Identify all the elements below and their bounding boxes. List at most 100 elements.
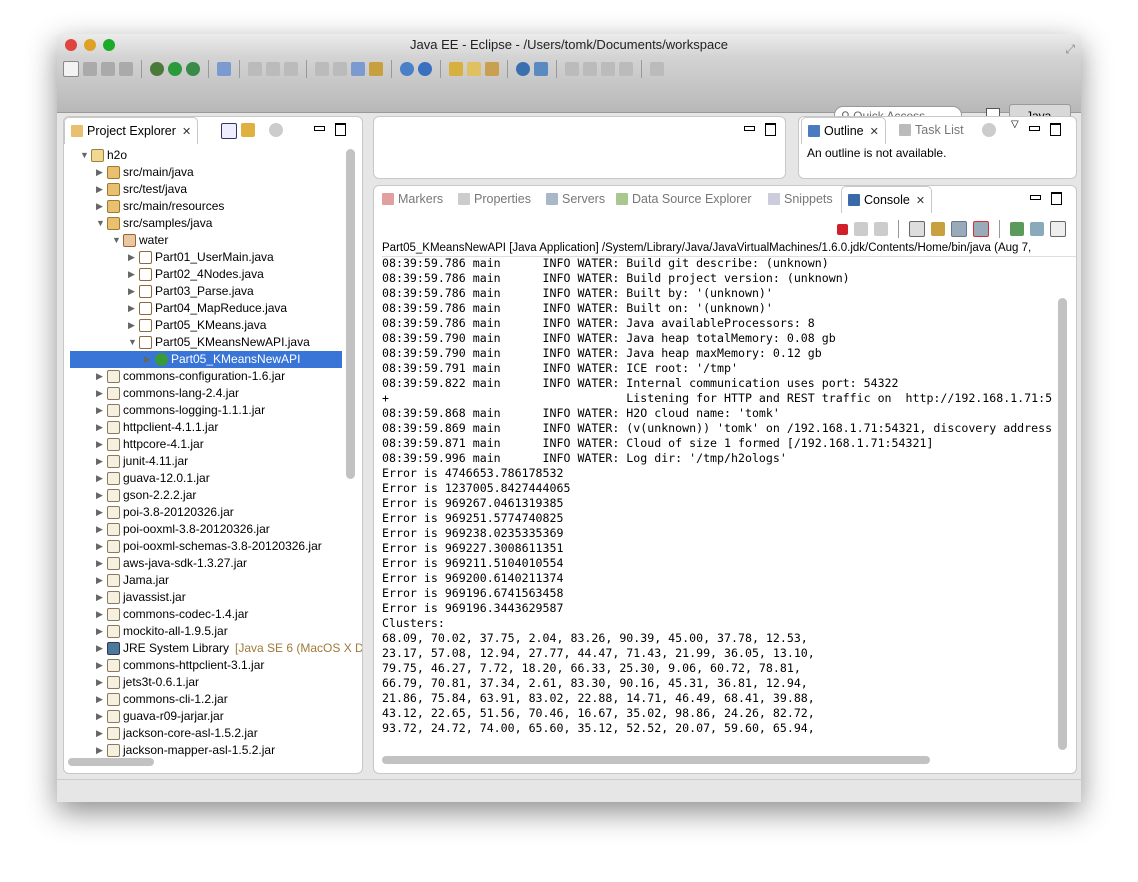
maximize-icon[interactable] — [335, 123, 346, 136]
minimize-icon[interactable] — [744, 126, 755, 131]
minimize-icon[interactable] — [1029, 126, 1040, 131]
close-icon[interactable]: ✕ — [182, 126, 191, 138]
tree-item[interactable]: ▶ guava-r09-jarjar.jar — [70, 708, 342, 725]
tab-outline[interactable]: Outline ✕ — [801, 117, 886, 144]
open-task-icon[interactable] — [467, 62, 481, 76]
tree-item[interactable]: ▶ aws-java-sdk-1.3.27.jar — [70, 555, 342, 572]
tree-item[interactable]: ▶ junit-4.11.jar — [70, 453, 342, 470]
collapsed-arrow-icon[interactable]: ▶ — [128, 300, 135, 317]
collapsed-arrow-icon[interactable]: ▶ — [96, 657, 103, 674]
tree-item[interactable]: ▶ javassist.jar — [70, 589, 342, 606]
view-menu-icon[interactable]: ▽ — [1011, 119, 1019, 130]
tree-item[interactable]: ▶ Part04_MapReduce.java — [70, 300, 342, 317]
tree-item[interactable]: ▶ commons-lang-2.4.jar — [70, 385, 342, 402]
run-icon[interactable] — [168, 62, 182, 76]
pin-console-icon[interactable] — [1010, 222, 1024, 236]
collapsed-arrow-icon[interactable]: ▶ — [96, 606, 103, 623]
tree-item[interactable]: ▶ Jama.jar — [70, 572, 342, 589]
tree-item[interactable]: ▶ Part05_KMeans.java — [70, 317, 342, 334]
terminate-icon[interactable] — [837, 223, 848, 235]
tree-item[interactable]: ▼ Part05_KMeansNewAPI.java — [70, 334, 342, 351]
collapsed-arrow-icon[interactable]: ▶ — [96, 504, 103, 521]
collapsed-arrow-icon[interactable]: ▶ — [96, 419, 103, 436]
collapsed-arrow-icon[interactable]: ▶ — [128, 283, 135, 300]
show-on-stderr-icon[interactable] — [973, 221, 989, 237]
tree-item[interactable]: ▶ commons-configuration-1.6.jar — [70, 368, 342, 385]
tab-task-list[interactable]: Task List — [893, 117, 970, 143]
maximize-icon[interactable] — [1051, 192, 1062, 205]
collapsed-arrow-icon[interactable]: ▶ — [96, 198, 103, 215]
tree-item[interactable]: ▶ Part03_Parse.java — [70, 283, 342, 300]
collapsed-arrow-icon[interactable]: ▶ — [96, 623, 103, 640]
tab-properties[interactable]: Properties — [452, 186, 537, 212]
tree-item[interactable]: ▶ poi-ooxml-3.8-20120326.jar — [70, 521, 342, 538]
skip-breakpoints-icon[interactable] — [217, 62, 231, 76]
minimize-window-button[interactable] — [84, 39, 96, 51]
tab-servers[interactable]: Servers — [540, 186, 611, 212]
tree-item[interactable]: ▶ src/main/java — [70, 164, 342, 181]
collapsed-arrow-icon[interactable]: ▶ — [96, 487, 103, 504]
tree-item[interactable]: ▶ jackson-mapper-asl-1.5.2.jar — [70, 742, 342, 759]
web-service-icon[interactable] — [418, 62, 432, 76]
link-with-editor-icon[interactable] — [241, 123, 255, 137]
tree-item[interactable]: ▶ src/main/resources — [70, 198, 342, 215]
expanded-arrow-icon[interactable]: ▼ — [112, 232, 121, 249]
close-icon[interactable]: ✕ — [870, 126, 879, 138]
close-window-button[interactable] — [65, 39, 77, 51]
tree-item[interactable]: ▶ poi-3.8-20120326.jar — [70, 504, 342, 521]
collapsed-arrow-icon[interactable]: ▶ — [128, 317, 135, 334]
collapsed-arrow-icon[interactable]: ▶ — [96, 742, 103, 759]
tree-item[interactable]: ▶ gson-2.2.2.jar — [70, 487, 342, 504]
tree-item[interactable]: ▶ httpclient-4.1.1.jar — [70, 419, 342, 436]
collapsed-arrow-icon[interactable]: ▶ — [96, 385, 103, 402]
zoom-window-button[interactable] — [103, 39, 115, 51]
collapsed-arrow-icon[interactable]: ▶ — [96, 572, 103, 589]
tree-item[interactable]: ▶ Part01_UserMain.java — [70, 249, 342, 266]
debug-icon[interactable] — [150, 62, 164, 76]
drop-to-frame-icon[interactable] — [369, 62, 383, 76]
tab-markers[interactable]: Markers — [376, 186, 449, 212]
launch-icon[interactable] — [534, 62, 548, 76]
tab-snippets[interactable]: Snippets — [762, 186, 839, 212]
tree-item[interactable]: ▶ commons-codec-1.4.jar — [70, 606, 342, 623]
tab-project-explorer[interactable]: Project Explorer ✕ — [64, 117, 199, 144]
collapsed-arrow-icon[interactable]: ▶ — [96, 640, 103, 657]
clear-console-icon[interactable] — [909, 221, 925, 237]
expanded-arrow-icon[interactable]: ▼ — [96, 215, 105, 232]
collapsed-arrow-icon[interactable]: ▶ — [96, 181, 103, 198]
open-type-icon[interactable] — [449, 62, 463, 76]
tab-console[interactable]: Console ✕ — [841, 186, 933, 213]
horizontal-scrollbar[interactable] — [68, 758, 154, 766]
collapsed-arrow-icon[interactable]: ▶ — [96, 164, 103, 181]
scroll-lock-icon[interactable] — [931, 222, 945, 236]
expanded-arrow-icon[interactable]: ▼ — [128, 334, 137, 351]
tree-item[interactable]: ▶ src/test/java — [70, 181, 342, 198]
collapse-all-icon[interactable] — [221, 123, 237, 139]
save-all-icon[interactable] — [101, 62, 115, 76]
tree-item[interactable]: ▶ Part05_KMeansNewAPI — [70, 351, 342, 368]
collapsed-arrow-icon[interactable]: ▶ — [96, 453, 103, 470]
tree-item[interactable]: ▶ Part02_4Nodes.java — [70, 266, 342, 283]
external-tools-icon[interactable] — [186, 62, 200, 76]
tree-item[interactable]: ▶ poi-ooxml-schemas-3.8-20120326.jar — [70, 538, 342, 555]
tree-item[interactable]: ▶ guava-12.0.1.jar — [70, 470, 342, 487]
collapsed-arrow-icon[interactable]: ▶ — [96, 368, 103, 385]
search-icon[interactable] — [485, 62, 499, 76]
minimize-icon[interactable] — [314, 126, 325, 131]
maximize-icon[interactable] — [765, 123, 776, 136]
maximize-icon[interactable] — [1050, 123, 1061, 136]
collapsed-arrow-icon[interactable]: ▶ — [96, 691, 103, 708]
collapsed-arrow-icon[interactable]: ▶ — [96, 708, 103, 725]
collapsed-arrow-icon[interactable]: ▶ — [128, 249, 135, 266]
server-icon[interactable] — [400, 62, 414, 76]
minimize-icon[interactable] — [1030, 195, 1041, 200]
browser-icon[interactable] — [516, 62, 530, 76]
collapsed-arrow-icon[interactable]: ▶ — [96, 470, 103, 487]
tree-item[interactable]: ▶ commons-httpclient-3.1.jar — [70, 657, 342, 674]
collapsed-arrow-icon[interactable]: ▶ — [96, 589, 103, 606]
open-console-icon[interactable] — [1050, 221, 1066, 237]
collapsed-arrow-icon[interactable]: ▶ — [96, 555, 103, 572]
tree-item[interactable]: ▶ commons-cli-1.2.jar — [70, 691, 342, 708]
vertical-scrollbar[interactable] — [346, 149, 355, 479]
tree-item[interactable]: ▶ jackson-core-asl-1.5.2.jar — [70, 725, 342, 742]
